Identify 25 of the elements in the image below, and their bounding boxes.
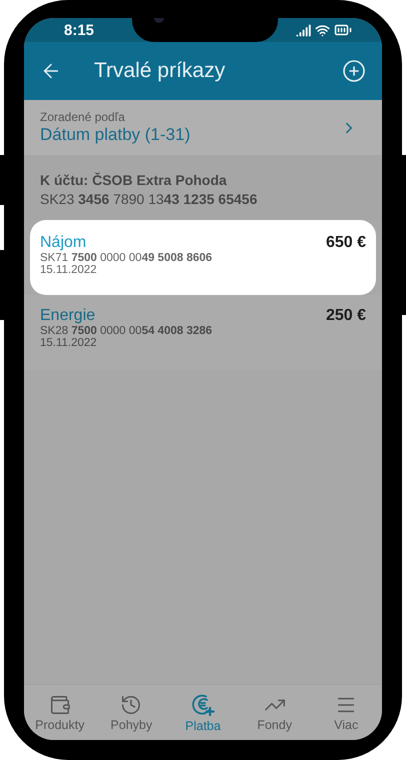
order-amount: 250 € xyxy=(326,307,366,326)
order-name: Energie xyxy=(40,307,96,325)
payment-icon xyxy=(190,692,215,716)
account-title: K účtu: ČSOB Extra Pohoda xyxy=(40,172,228,188)
standing-order-row[interactable]: Nájom SK71 7500 0000 0049 5008 8606 15.11.2022 650 € xyxy=(30,220,376,295)
nav-tab[interactable]: Platba xyxy=(167,685,239,740)
status-time: 8:15 xyxy=(64,22,94,38)
order-date: 15.11.2022 xyxy=(40,337,98,349)
add-button[interactable] xyxy=(342,59,366,83)
sort-selector[interactable]: Zoradené podľa Dátum platby (1-31) xyxy=(24,100,382,155)
account-iban: SK23 3456 7890 1343 1235 65456 xyxy=(40,191,258,207)
order-name: Nájom xyxy=(40,234,88,252)
nav-tab[interactable]: Pohyby xyxy=(96,685,168,740)
nav-tab[interactable]: Viac xyxy=(310,685,382,740)
signal-icon xyxy=(296,22,311,38)
wifi-icon xyxy=(315,22,330,38)
order-iban: SK28 7500 0000 0054 4008 3286 xyxy=(40,325,214,337)
nav-tab[interactable]: Produkty xyxy=(24,685,96,740)
order-date: 15.11.2022 xyxy=(40,264,98,276)
order-iban: SK71 7500 0000 0049 5008 8606 xyxy=(40,252,214,264)
page-title: Trvalé príkazy xyxy=(94,59,226,83)
nav-tab[interactable]: Fondy xyxy=(238,685,310,740)
order-amount: 650 € xyxy=(326,234,366,253)
wallet-icon xyxy=(48,694,71,716)
history-icon xyxy=(120,694,142,716)
